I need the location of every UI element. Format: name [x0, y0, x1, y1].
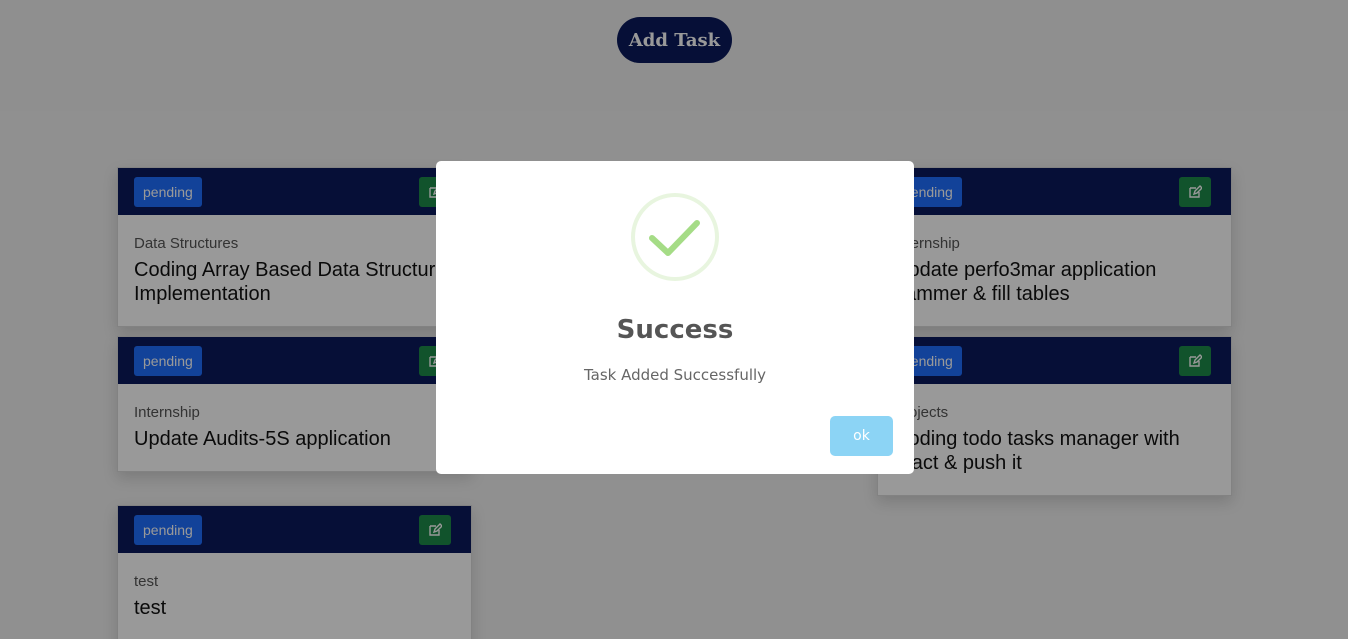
dialog-title: Success	[616, 315, 734, 345]
success-check-icon	[631, 193, 719, 281]
dialog-message: Task Added Successfully	[583, 366, 767, 384]
success-dialog: Success Task Added Successfully ok	[436, 161, 914, 474]
ok-button[interactable]: ok	[830, 416, 893, 456]
